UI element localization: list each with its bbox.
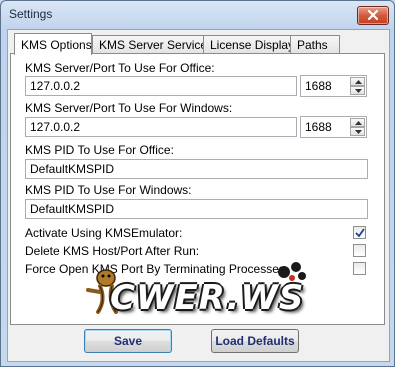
office-pid-label: KMS PID To Use For Office:	[25, 143, 174, 157]
force-open-kms-port-label: Force Open KMS Port By Terminating Proce…	[25, 262, 285, 276]
close-button[interactable]	[357, 6, 389, 25]
office-port-up-button[interactable]	[350, 77, 365, 86]
office-port-down-button[interactable]	[350, 86, 365, 95]
close-icon	[368, 10, 378, 20]
arrow-up-icon	[355, 80, 362, 84]
tab-license-display[interactable]: License Display	[203, 35, 294, 53]
watermark-text: CWER.WS	[110, 278, 305, 318]
arrow-down-icon	[355, 130, 362, 134]
arrow-up-icon	[355, 121, 362, 125]
windows-server-field[interactable]: 127.0.0.2	[25, 117, 297, 137]
force-open-kms-port-checkbox[interactable]	[353, 262, 366, 275]
office-pid-field[interactable]: DefaultKMSPID	[25, 159, 368, 179]
office-server-label: KMS Server/Port To Use For Office:	[25, 61, 215, 75]
activate-kmsemulator-label: Activate Using KMSEmulator:	[25, 226, 183, 240]
windows-server-label: KMS Server/Port To Use For Windows:	[25, 101, 233, 115]
delete-kms-host-checkbox[interactable]	[353, 244, 366, 257]
activate-kmsemulator-checkbox[interactable]	[353, 226, 366, 239]
office-server-field[interactable]: 127.0.0.2	[25, 76, 297, 96]
windows-port-down-button[interactable]	[350, 127, 365, 136]
save-button[interactable]: Save	[84, 329, 172, 353]
windows-port-stepper[interactable]: 1688	[300, 116, 367, 138]
office-port-value: 1688	[305, 79, 332, 93]
tab-kms-server-service[interactable]: KMS Server Service	[92, 35, 207, 53]
windows-port-up-button[interactable]	[350, 118, 365, 127]
arrow-down-icon	[355, 89, 362, 93]
load-defaults-button[interactable]: Load Defaults	[211, 329, 299, 353]
tab-kms-options[interactable]: KMS Options	[14, 33, 92, 55]
office-port-stepper[interactable]: 1688	[300, 75, 367, 97]
checkmark-icon	[355, 228, 365, 238]
tab-paths[interactable]: Paths	[290, 35, 340, 53]
windows-pid-field[interactable]: DefaultKMSPID	[25, 199, 368, 219]
delete-kms-host-label: Delete KMS Host/Port After Run:	[25, 244, 200, 258]
windows-port-value: 1688	[305, 120, 332, 134]
windows-pid-label: KMS PID To Use For Windows:	[25, 183, 192, 197]
window-title: Settings	[9, 7, 53, 21]
